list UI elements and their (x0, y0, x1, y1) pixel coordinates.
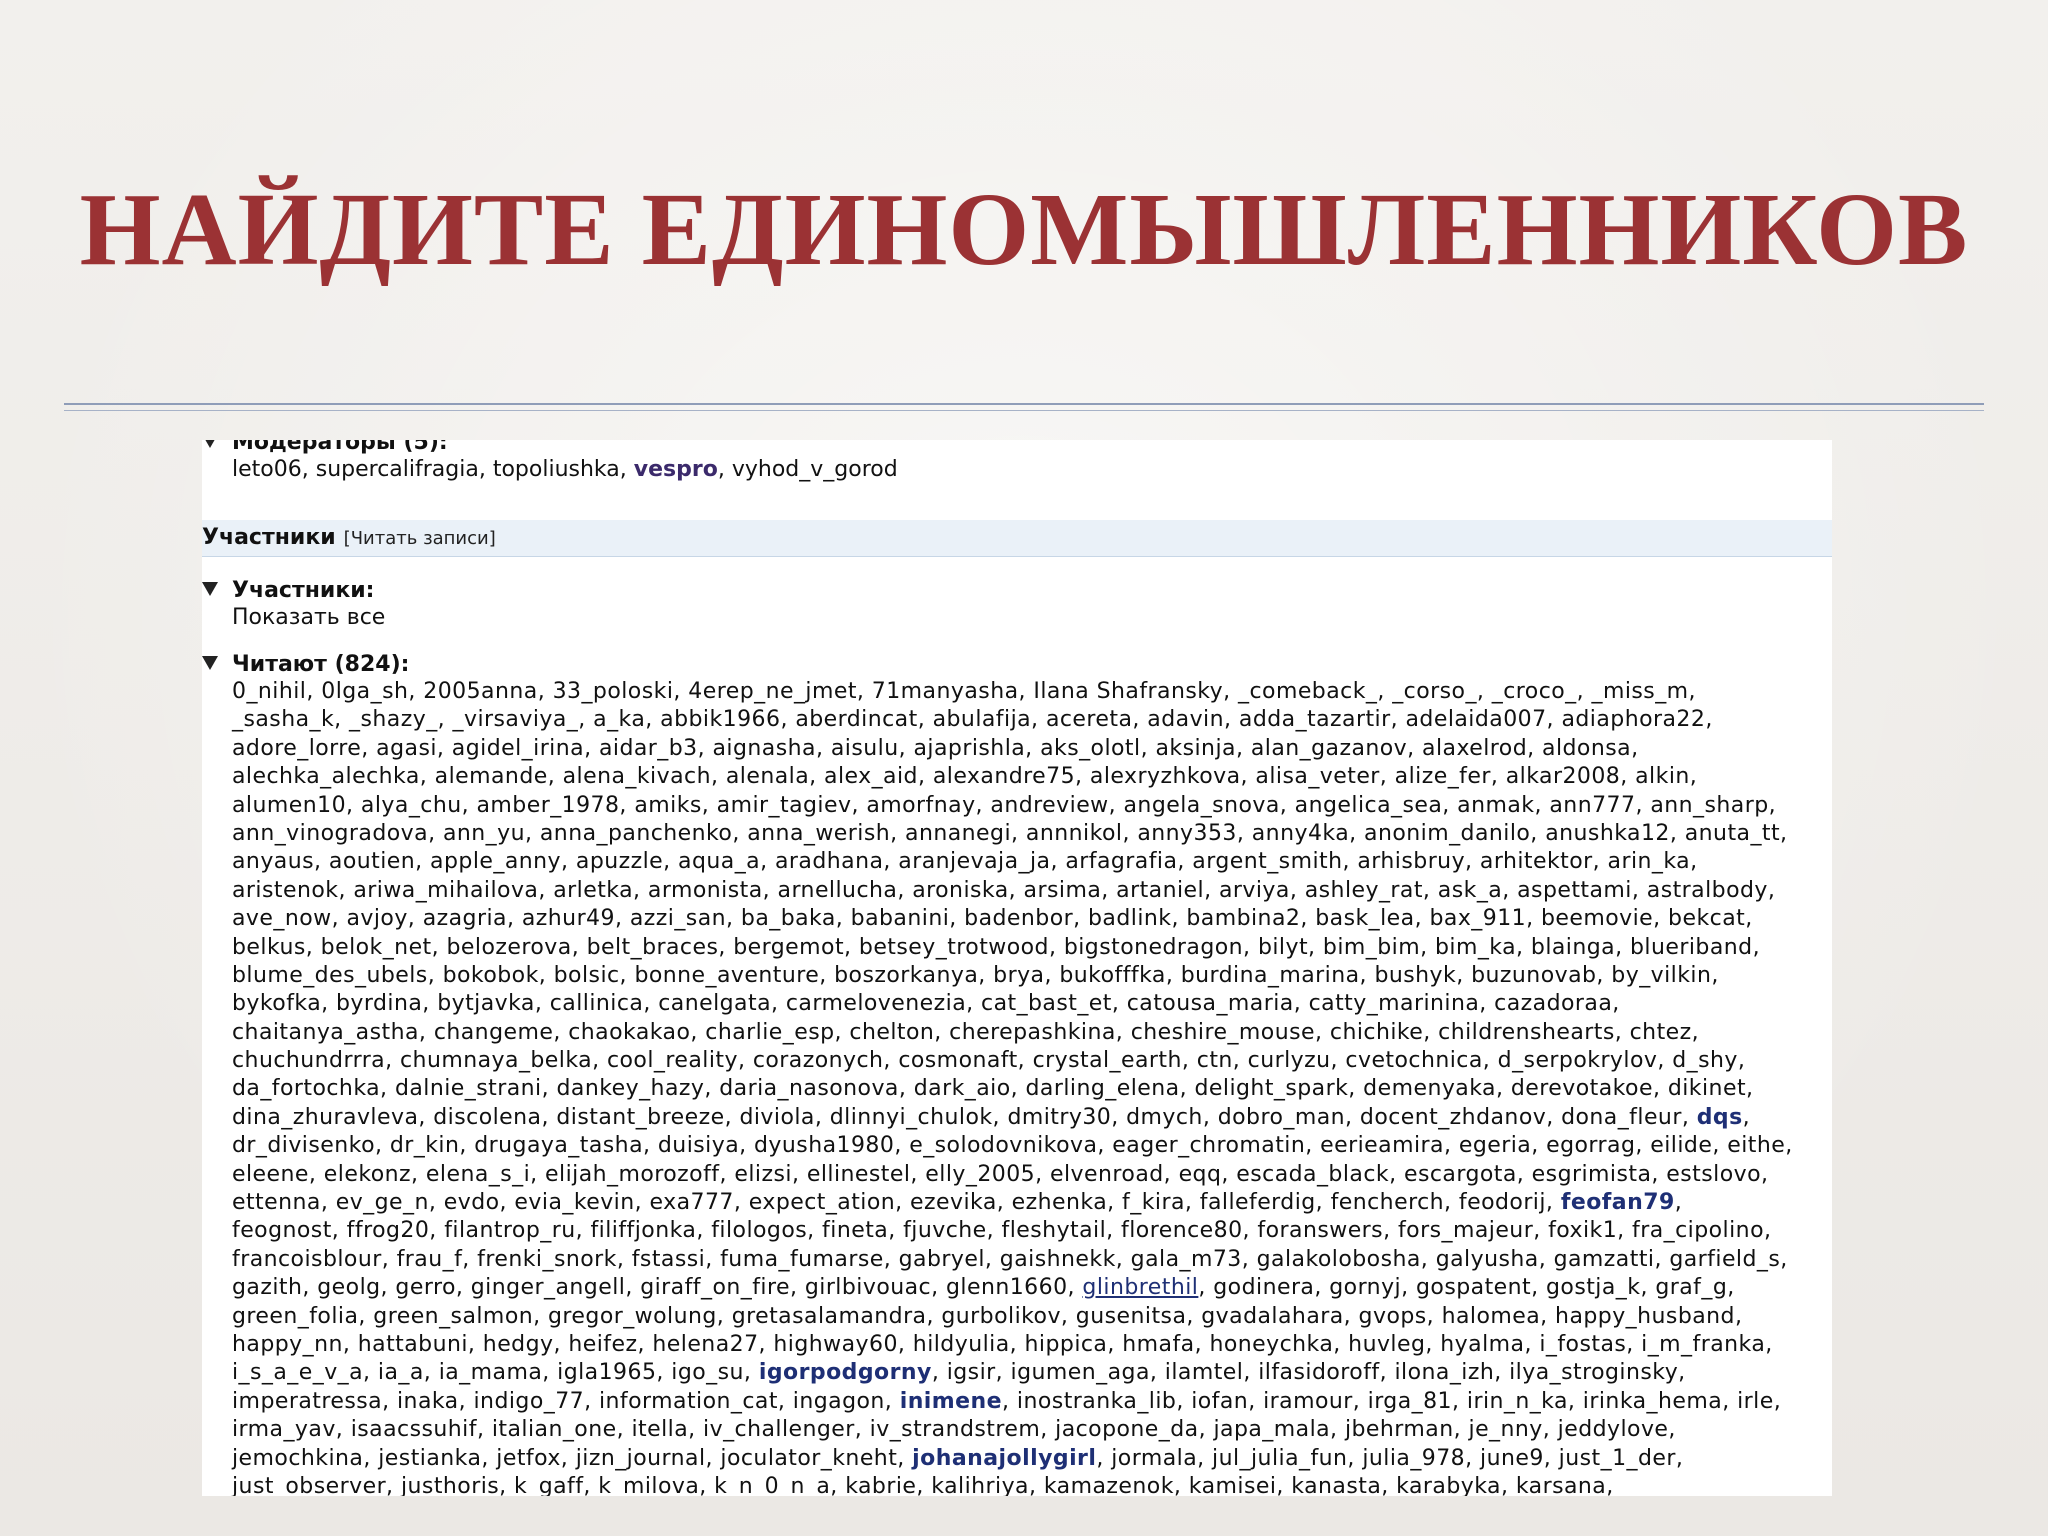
moderators-list: leto06, supercalifragia, topoliushka, ve… (232, 456, 898, 484)
reader-names[interactable]: belkus, belok_net, belozerova, belt_brac… (232, 935, 1760, 960)
readers-line: feognost, ffrog20, filantrop_ru, filiffj… (232, 1217, 1832, 1245)
readers-list: 0_nihil, 0lga_sh, 2005anna, 33_poloski, … (232, 678, 1832, 1496)
title-divider (64, 403, 1984, 405)
collapse-triangle-icon[interactable] (202, 440, 218, 448)
reader-names[interactable]: eleene, elekonz, elena_s_i, elijah_moroz… (232, 1162, 1768, 1187)
title-divider-thin (64, 410, 1984, 411)
readers-line: anyaus, aoutien, apple_anny, apuzzle, aq… (232, 848, 1832, 876)
readers-line: da_fortochka, dalnie_strani, dankey_hazy… (232, 1075, 1832, 1103)
reader-names[interactable]: just_observer, justhoris, k_gaff, k_milo… (232, 1474, 1614, 1496)
reader-names[interactable]: , inostranka_lib, iofan, iramour, irga_8… (1002, 1389, 1781, 1414)
reader-names[interactable]: bykofka, byrdina, bytjavka, callinica, c… (232, 991, 1620, 1016)
readers-line: dina_zhuravleva, discolena, distant_bree… (232, 1104, 1832, 1132)
readers-heading[interactable]: Читают (824): (202, 650, 409, 680)
readers-line: happy_nn, hattabuni, hedgy, heifez, hele… (232, 1331, 1832, 1359)
readers-line: eleene, elekonz, elena_s_i, elijah_moroz… (232, 1161, 1832, 1189)
reader-names[interactable]: alumen10, alya_chu, amber_1978, amiks, a… (232, 793, 1776, 818)
readers-line: chaitanya_astha, changeme, chaokakao, ch… (232, 1019, 1832, 1047)
members-section-bar: Участники [Читать записи] (202, 520, 1832, 557)
reader-names[interactable]: francoisblour, frau_f, frenki_snork, fst… (232, 1247, 1788, 1272)
readers-line: alumen10, alya_chu, amber_1978, amiks, a… (232, 792, 1832, 820)
reader-names[interactable]: dina_zhuravleva, discolena, distant_bree… (232, 1105, 1697, 1130)
moderator-link[interactable]: vyhod_v_gorod (732, 457, 898, 482)
reader-names[interactable]: , (1675, 1190, 1682, 1215)
reader-names[interactable]: chaitanya_astha, changeme, chaokakao, ch… (232, 1020, 1699, 1045)
reader-names[interactable]: ave_now, avjoy, azagria, azhur49, azzi_s… (232, 906, 1753, 931)
moderator-link[interactable]: topoliushka (493, 457, 620, 482)
moderator-link[interactable]: leto06 (232, 457, 302, 482)
readers-line: blume_des_ubels, bokobok, bolsic, bonne_… (232, 962, 1832, 990)
reader-names[interactable]: chuchundrrra, chumnaya_belka, cool_reali… (232, 1048, 1745, 1073)
reader-link[interactable]: feofan79 (1561, 1190, 1675, 1215)
collapse-triangle-icon[interactable] (202, 582, 218, 596)
reader-link[interactable]: dqs (1697, 1105, 1743, 1130)
reader-names[interactable]: green_folia, green_salmon, gregor_wolung… (232, 1304, 1742, 1329)
reader-names[interactable]: _sasha_k, _shazy_, _virsaviya_, a_ka, ab… (232, 707, 1713, 732)
reader-link[interactable]: johanajollygirl (912, 1446, 1096, 1471)
readers-line: alechka_alechka, alemande, alena_kivach,… (232, 763, 1832, 791)
reader-link[interactable]: igorpodgorny (759, 1360, 932, 1385)
slide-title: НАЙДИТЕ ЕДИНОМЫШЛЕННИКОВ (79, 172, 1969, 287)
reader-names[interactable]: ettenna, ev_ge_n, evdo, evia_kevin, exa7… (232, 1190, 1561, 1215)
separator: , (619, 457, 634, 482)
show-all-link[interactable]: Показать все (232, 604, 385, 632)
reader-names[interactable]: anyaus, aoutien, apple_anny, apuzzle, aq… (232, 849, 1698, 874)
readers-line: irma_yav, isaacssuhif, italian_one, itel… (232, 1416, 1832, 1444)
members-heading[interactable]: Участники: (202, 576, 374, 606)
reader-names[interactable]: adore_lorre, agasi, agidel_irina, aidar_… (232, 736, 1639, 761)
separator: , (717, 457, 732, 482)
reader-names[interactable]: alechka_alechka, alemande, alena_kivach,… (232, 764, 1697, 789)
readers-line: _sasha_k, _shazy_, _virsaviya_, a_ka, ab… (232, 706, 1832, 734)
read-entries-link[interactable]: [Читать записи] (344, 528, 496, 549)
reader-names[interactable]: 0_nihil, 0lga_sh, 2005anna, 33_poloski, … (232, 679, 1696, 704)
reader-link[interactable]: glinbrethil (1082, 1275, 1198, 1300)
reader-names[interactable]: , jormala, jul_julia_fun, julia_978, jun… (1096, 1446, 1683, 1471)
readers-line: 0_nihil, 0lga_sh, 2005anna, 33_poloski, … (232, 678, 1832, 706)
readers-line: dr_divisenko, dr_kin, drugaya_tasha, dui… (232, 1132, 1832, 1160)
readers-line: green_folia, green_salmon, gregor_wolung… (232, 1303, 1832, 1331)
readers-line: chuchundrrra, chumnaya_belka, cool_reali… (232, 1047, 1832, 1075)
reader-names[interactable]: blume_des_ubels, bokobok, bolsic, bonne_… (232, 963, 1719, 988)
collapse-triangle-icon[interactable] (202, 656, 218, 670)
moderator-link[interactable]: supercalifragia (316, 457, 479, 482)
readers-line: i_s_a_e_v_a, ia_a, ia_mama, igla1965, ig… (232, 1359, 1832, 1387)
readers-line: imperatressa, inaka, indigo_77, informat… (232, 1388, 1832, 1416)
reader-names[interactable]: feognost, ffrog20, filantrop_ru, filiffj… (232, 1218, 1771, 1243)
reader-names[interactable]: da_fortochka, dalnie_strani, dankey_hazy… (232, 1076, 1753, 1101)
members-bar-title: Участники (202, 525, 336, 550)
reader-names[interactable]: dr_divisenko, dr_kin, drugaya_tasha, dui… (232, 1133, 1793, 1158)
reader-names[interactable]: i_s_a_e_v_a, ia_a, ia_mama, igla1965, ig… (232, 1360, 759, 1385)
readers-line: belkus, belok_net, belozerova, belt_brac… (232, 934, 1832, 962)
reader-names[interactable]: , godinera, gornyj, gospatent, gostja_k,… (1198, 1275, 1734, 1300)
readers-line: ann_vinogradova, ann_yu, anna_panchenko,… (232, 820, 1832, 848)
readers-line: aristenok, ariwa_mihailova, arletka, arm… (232, 877, 1832, 905)
reader-names[interactable]: imperatressa, inaka, indigo_77, informat… (232, 1389, 900, 1414)
readers-line: gazith, geolg, gerro, ginger_angell, gir… (232, 1274, 1832, 1302)
readers-line: jemochkina, jestianka, jetfox, jizn_jour… (232, 1445, 1832, 1473)
readers-line: francoisblour, frau_f, frenki_snork, fst… (232, 1246, 1832, 1274)
readers-line: bykofka, byrdina, bytjavka, callinica, c… (232, 990, 1832, 1018)
community-members-screenshot: Модераторы (5): leto06, supercalifragia,… (202, 440, 1832, 1496)
reader-names[interactable]: jemochkina, jestianka, jetfox, jizn_jour… (232, 1446, 912, 1471)
reader-link[interactable]: inimene (900, 1389, 1002, 1414)
reader-names[interactable]: irma_yav, isaacssuhif, italian_one, itel… (232, 1417, 1676, 1442)
reader-names[interactable]: gazith, geolg, gerro, ginger_angell, gir… (232, 1275, 1082, 1300)
separator: , (301, 457, 316, 482)
reader-names[interactable]: ann_vinogradova, ann_yu, anna_panchenko,… (232, 821, 1788, 846)
reader-names[interactable]: , igsir, igumen_aga, ilamtel, ilfasidoro… (932, 1360, 1686, 1385)
readers-line: adore_lorre, agasi, agidel_irina, aidar_… (232, 735, 1832, 763)
readers-line: just_observer, justhoris, k_gaff, k_milo… (232, 1473, 1832, 1496)
reader-names[interactable]: , (1743, 1105, 1750, 1130)
reader-names[interactable]: aristenok, ariwa_mihailova, arletka, arm… (232, 878, 1775, 903)
separator: , (478, 457, 493, 482)
reader-names[interactable]: happy_nn, hattabuni, hedgy, heifez, hele… (232, 1332, 1773, 1357)
moderator-link[interactable]: vespro (634, 457, 718, 482)
readers-line: ettenna, ev_ge_n, evdo, evia_kevin, exa7… (232, 1189, 1832, 1217)
readers-line: ave_now, avjoy, azagria, azhur49, azzi_s… (232, 905, 1832, 933)
